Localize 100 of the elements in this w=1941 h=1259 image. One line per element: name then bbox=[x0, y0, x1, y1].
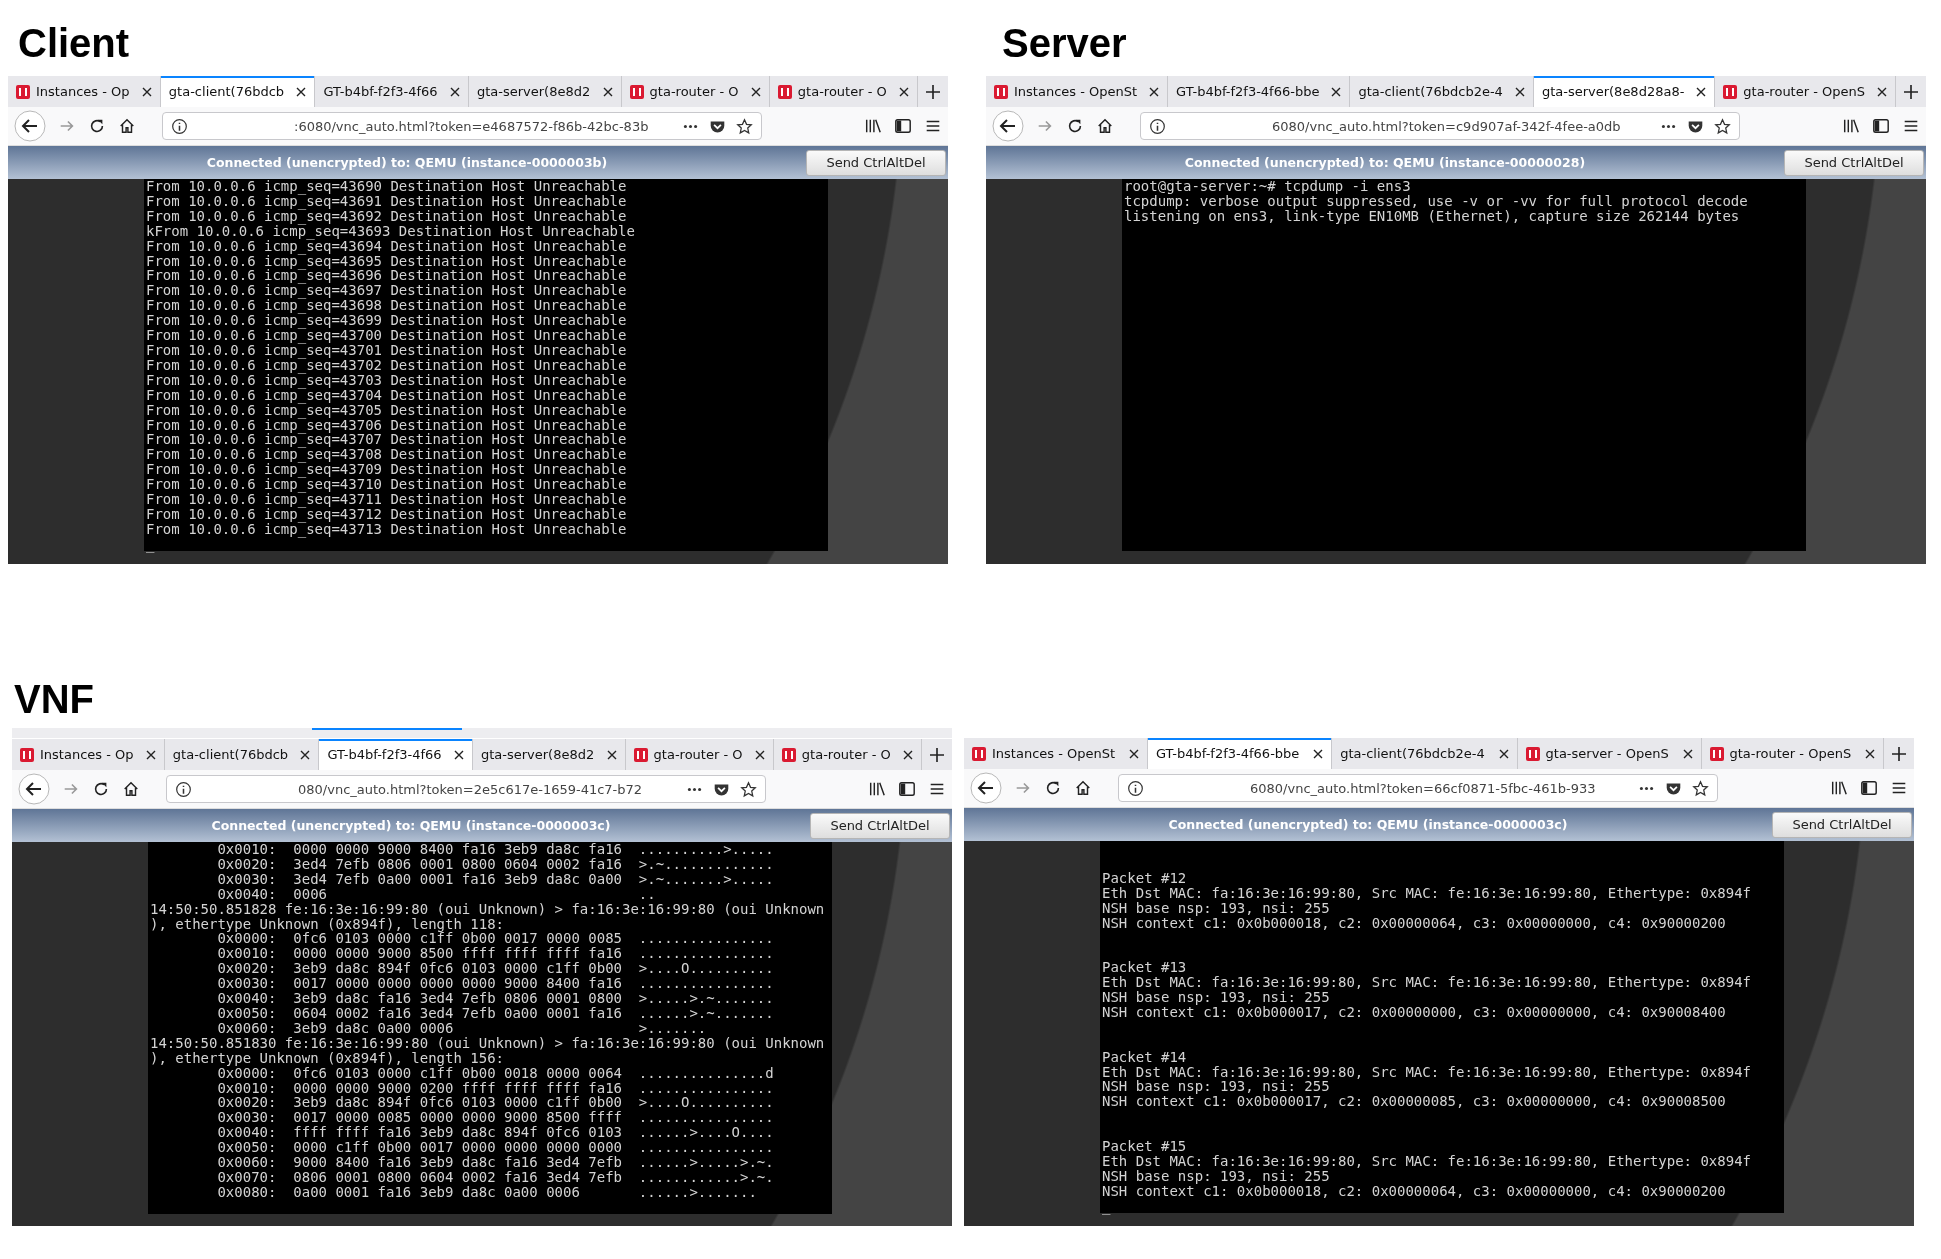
close-icon[interactable] bbox=[1682, 748, 1693, 759]
close-icon[interactable] bbox=[1514, 86, 1525, 97]
reload-icon[interactable] bbox=[1066, 117, 1084, 135]
close-icon[interactable] bbox=[1128, 748, 1139, 759]
terminal-line: From 10.0.0.6 icmp_seq=43706 Destination Host Unreachable bbox=[146, 417, 627, 433]
star-icon[interactable] bbox=[736, 117, 753, 135]
info-icon[interactable] bbox=[175, 780, 192, 798]
plus-icon[interactable] bbox=[926, 84, 941, 99]
close-icon[interactable] bbox=[750, 86, 761, 97]
home-icon[interactable] bbox=[118, 117, 136, 135]
terminal-line: kFrom 10.0.0.6 icmp_seq=43693 Destination Host Unreachable bbox=[146, 223, 635, 239]
back-icon[interactable] bbox=[992, 110, 1024, 142]
reload-icon[interactable] bbox=[92, 780, 110, 798]
close-icon[interactable] bbox=[1149, 86, 1160, 97]
close-icon[interactable] bbox=[296, 86, 307, 97]
terminal-line: 0x0080: 0a00 0001 fa16 3eb9 da8c 0a00 0006 ......>....... bbox=[216, 1184, 757, 1200]
address-bar[interactable]: :6080/vnc_auto.html?token=e4687572-f86b-42bc-83b bbox=[162, 112, 762, 140]
terminal-line: NSH base nsp: 193, nsi: 255 bbox=[1102, 1079, 1330, 1095]
url-text: 6080/vnc_auto.html?token=66cf0871-5fbc-461b-933 bbox=[1249, 780, 1597, 796]
address-bar[interactable]: 080/vnc_auto.html?token=2e5c617e-1659-41c7-b72 bbox=[166, 775, 766, 803]
library-icon[interactable] bbox=[1842, 117, 1860, 135]
terminal-line: 0x0060: 3eb9 da8c 0a00 0006 >....... bbox=[216, 1020, 707, 1036]
terminal-line: From 10.0.0.6 icmp_seq=43702 Destination Host Unreachable bbox=[146, 357, 627, 373]
info-icon[interactable] bbox=[1127, 779, 1144, 797]
browser-tab[interactable]: GT-b4bf-f2f3-4f66-bbe bbox=[1147, 738, 1333, 769]
sidebar-icon[interactable] bbox=[898, 780, 916, 798]
terminal-line: 0x0010: 0000 0000 9000 0200 ffff ffff ffff fa16 ................ bbox=[216, 1080, 774, 1096]
info-icon[interactable] bbox=[1149, 117, 1166, 135]
library-icon[interactable] bbox=[1830, 779, 1848, 797]
terminal-line: From 10.0.0.6 icmp_seq=43692 Destination Host Unreachable bbox=[146, 208, 627, 224]
terminal-line: 0x0040: 3eb9 da8c fa16 3ed4 7efb 0806 0001 0800 >.....>.~....... bbox=[216, 991, 774, 1006]
info-icon[interactable] bbox=[171, 117, 188, 135]
close-icon[interactable] bbox=[606, 749, 617, 760]
terminal-line: NSH context c1: 0x0b000018, c2: 0x00000064, c3: 0x00000000, c4: 0x90000200 bbox=[1102, 915, 1726, 931]
close-icon[interactable] bbox=[903, 749, 914, 760]
send-ctrlaltdel-button[interactable]: Send CtrlAltDel bbox=[806, 149, 946, 176]
terminal-line: From 10.0.0.6 icmp_seq=43694 Destination Host Unreachable bbox=[146, 238, 627, 254]
back-icon[interactable] bbox=[970, 772, 1002, 804]
terminal-line: From 10.0.0.6 icmp_seq=43696 Destination Host Unreachable bbox=[146, 268, 627, 284]
address-bar[interactable]: 6080/vnc_auto.html?token=c9d907af-342f-4fee-a0db bbox=[1140, 112, 1740, 140]
sidebar-icon[interactable] bbox=[1872, 117, 1890, 135]
close-icon[interactable] bbox=[1877, 86, 1887, 97]
home-icon[interactable] bbox=[1074, 779, 1092, 797]
close-icon[interactable] bbox=[899, 86, 910, 97]
close-icon[interactable] bbox=[145, 749, 156, 760]
terminal-line: 0x0040: 0006 .. bbox=[216, 886, 656, 902]
terminal-line: From 10.0.0.6 icmp_seq=43698 Destination Host Unreachable bbox=[146, 298, 627, 314]
close-icon[interactable] bbox=[1331, 86, 1342, 97]
url-text: :6080/vnc_auto.html?token=e4687572-f86b-42bc-83b bbox=[293, 118, 650, 134]
close-icon[interactable] bbox=[449, 86, 460, 97]
address-bar[interactable]: 6080/vnc_auto.html?token=66cf0871-5fbc-461b-933 bbox=[1118, 774, 1718, 802]
terminal-line: listening on ens3, link-type EN10MB (Ethernet), capture size 262144 bytes bbox=[1124, 208, 1740, 224]
terminal-line: 0x0020: 3eb9 da8c 894f 0fc6 0103 0000 c1ff 0b00 >....O.......... bbox=[216, 1095, 774, 1111]
terminal-line: 0x0030: 0017 0000 0000 0000 0000 9000 8400 fa16 ................ bbox=[216, 976, 774, 992]
terminal-line: NSH base nsp: 193, nsi: 255 bbox=[1102, 1168, 1330, 1184]
home-icon[interactable] bbox=[122, 780, 140, 798]
browser-tab[interactable]: gta-client(76bdcb bbox=[160, 76, 316, 107]
terminal-line: _ bbox=[146, 536, 155, 552]
plus-icon[interactable] bbox=[1904, 84, 1918, 99]
terminal-line: 0x0050: 0604 0002 fa16 3ed4 7efb 0a00 0001 fa16 ......>.~....... bbox=[216, 1005, 774, 1021]
home-icon[interactable] bbox=[1096, 117, 1114, 135]
terminal-line: 0x0020: 3eb9 da8c 894f 0fc6 0103 0000 c1ff 0b00 >....O.......... bbox=[216, 961, 774, 977]
terminal-line: 14:50:50.851830 fe:16:3e:16:99:80 (oui Unknown) > fa:16:3e:16:99:80 (oui Unknown bbox=[150, 1035, 825, 1051]
terminal-line: 0x0000: 0fc6 0103 0000 c1ff 0b00 0018 0000 0064 ...............d bbox=[217, 1065, 774, 1081]
section-heading: Client bbox=[17, 20, 130, 67]
close-icon[interactable] bbox=[754, 749, 765, 760]
close-icon[interactable] bbox=[1865, 748, 1876, 759]
plus-icon[interactable] bbox=[930, 747, 945, 762]
close-icon[interactable] bbox=[300, 749, 311, 760]
terminal-line: From 10.0.0.6 icmp_seq=43711 Destination Host Unreachable bbox=[146, 492, 627, 507]
star-icon[interactable] bbox=[1692, 779, 1709, 797]
star-icon[interactable] bbox=[1714, 117, 1731, 135]
close-icon[interactable] bbox=[1313, 748, 1324, 759]
browser-tab[interactable]: gta-server(8e8d28a8- bbox=[1533, 76, 1716, 107]
back-icon[interactable] bbox=[14, 110, 46, 142]
library-icon[interactable] bbox=[864, 117, 882, 135]
library-icon[interactable] bbox=[868, 780, 886, 798]
sidebar-icon[interactable] bbox=[894, 117, 912, 135]
back-icon[interactable] bbox=[18, 773, 50, 805]
close-icon[interactable] bbox=[141, 86, 152, 97]
terminal-line: From 10.0.0.6 icmp_seq=43700 Destination Host Unreachable bbox=[146, 328, 627, 343]
reload-icon[interactable] bbox=[88, 117, 106, 135]
send-ctrlaltdel-button[interactable]: Send CtrlAltDel bbox=[1772, 811, 1912, 838]
send-ctrlaltdel-button[interactable]: Send CtrlAltDel bbox=[1784, 149, 1924, 176]
terminal-line: 0x0040: ffff ffff fa16 3eb9 da8c 894f 0fc6 0103 ......>....O.... bbox=[216, 1125, 774, 1141]
star-icon[interactable] bbox=[740, 780, 757, 798]
close-icon[interactable] bbox=[1696, 86, 1707, 97]
plus-icon[interactable] bbox=[1892, 746, 1907, 761]
send-ctrlaltdel-button[interactable]: Send CtrlAltDel bbox=[810, 812, 950, 839]
browser-tab[interactable]: GT-b4bf-f2f3-4f66 bbox=[319, 739, 473, 770]
close-icon[interactable] bbox=[453, 749, 464, 760]
terminal-line: NSH base nsp: 193, nsi: 255 bbox=[1102, 990, 1330, 1005]
terminal-line: Packet #14 bbox=[1102, 1049, 1187, 1065]
close-icon[interactable] bbox=[602, 86, 613, 97]
connection-status: Connected (unencrypted) to: QEMU (instance-00000028) bbox=[1183, 155, 1587, 170]
terminal-line: Eth Dst MAC: fa:16:3e:16:99:80, Src MAC: fe:16:3e:16:99:80, Ethertype: 0x894f bbox=[1102, 1064, 1751, 1080]
close-icon[interactable] bbox=[1498, 748, 1509, 759]
sidebar-icon[interactable] bbox=[1860, 779, 1878, 797]
terminal-line: Eth Dst MAC: fa:16:3e:16:99:80, Src MAC: fe:16:3e:16:99:80, Ethertype: 0x894f bbox=[1102, 885, 1751, 901]
reload-icon[interactable] bbox=[1044, 779, 1062, 797]
